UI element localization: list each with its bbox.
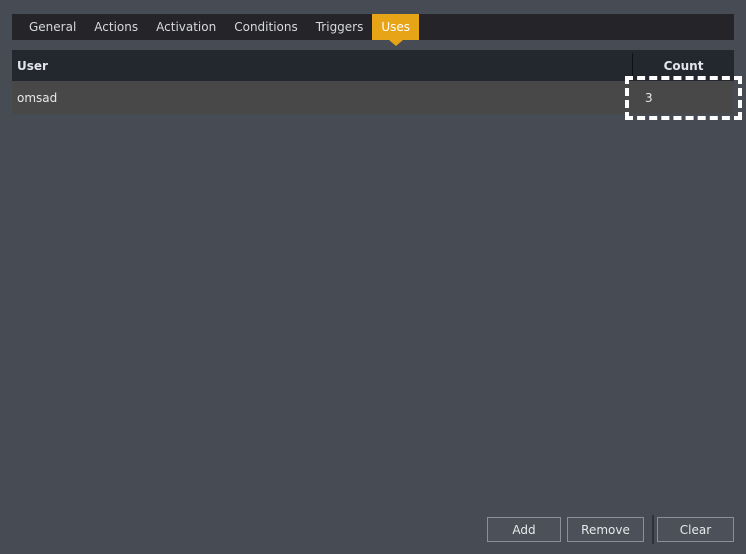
tab-uses[interactable]: Uses [372, 14, 420, 46]
uses-table: User Count omsad 3 [12, 50, 734, 114]
tab-activation[interactable]: Activation [147, 14, 225, 40]
table-row[interactable]: omsad 3 [12, 81, 734, 114]
tab-uses-label: Uses [381, 20, 411, 34]
tab-bar: General Actions Activation Conditions Tr… [12, 14, 734, 46]
tab-general-label: General [29, 20, 77, 34]
cell-count[interactable]: 3 [633, 81, 734, 114]
table-header-row: User Count [12, 50, 734, 81]
tab-triggers[interactable]: Triggers [307, 14, 373, 40]
button-separator [652, 515, 654, 544]
column-header-user[interactable]: User [12, 50, 632, 81]
column-header-count[interactable]: Count [633, 50, 734, 81]
tab-actions-label: Actions [94, 20, 139, 34]
cell-count-value: 3 [645, 90, 653, 105]
tab-actions[interactable]: Actions [85, 14, 147, 40]
tab-conditions[interactable]: Conditions [225, 14, 307, 40]
cell-user-value: omsad [17, 90, 58, 105]
remove-button[interactable]: Remove [567, 517, 644, 542]
tab-general[interactable]: General [20, 14, 85, 40]
button-bar: Add Remove Clear [0, 515, 746, 544]
tab-activation-label: Activation [156, 20, 217, 34]
column-header-user-label: User [17, 58, 48, 73]
cell-user[interactable]: omsad [12, 81, 632, 114]
clear-button[interactable]: Clear [657, 517, 734, 542]
add-button[interactable]: Add [487, 517, 561, 542]
tab-triggers-label: Triggers [315, 20, 364, 34]
column-header-count-label: Count [663, 58, 704, 73]
tab-conditions-label: Conditions [234, 20, 298, 34]
